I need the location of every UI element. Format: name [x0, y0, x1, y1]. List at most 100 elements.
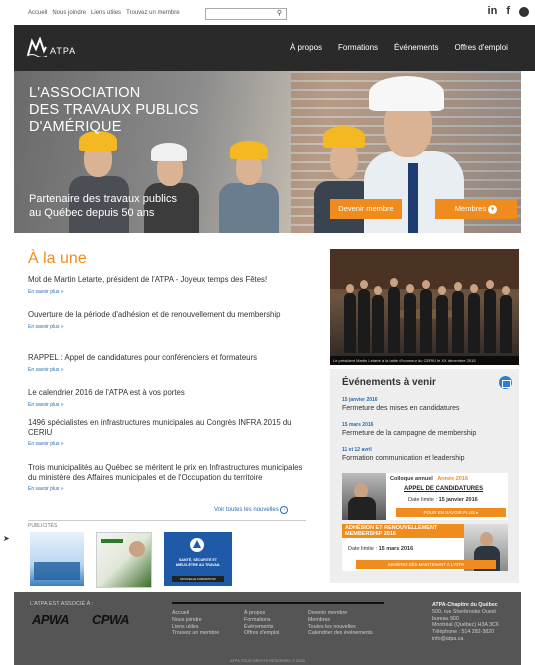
news-section-title: À la une [28, 250, 87, 267]
read-more-link[interactable]: En savoir plus » [28, 441, 306, 447]
footer-divider [172, 602, 384, 604]
promo-colloque[interactable]: Colloque annuel Année 2016 APPEL DE CAND… [342, 473, 508, 520]
footer-link[interactable]: Devenir membre [308, 610, 347, 616]
nav-item-evenements[interactable]: Événements [394, 43, 438, 52]
hero-helmet [323, 126, 365, 148]
linkedin-icon[interactable]: in [488, 5, 498, 17]
event-item[interactable]: 11 et 12 avril Formation communication e… [342, 447, 512, 462]
event-name: Fermeture de la campagne de membership [342, 430, 477, 437]
promo-membership[interactable]: ADHÉSION ET RENOUVELLEMENT MEMBERSHIP 20… [342, 524, 508, 571]
hero-helmet [151, 143, 187, 161]
cpwa-logo[interactable]: CPWA [92, 612, 130, 627]
footer-link[interactable]: Calendrier des événements [308, 630, 373, 636]
members-button[interactable]: Membres ▾ [435, 199, 517, 219]
news-title[interactable]: Mot de Martin Letarte, président de l'AT… [28, 275, 306, 285]
footer-link[interactable]: Offres d'emploi [244, 630, 279, 636]
event-name: Fermeture des mises en candidatures [342, 405, 460, 412]
util-link-nous-joindre[interactable]: Nous joindre [52, 10, 86, 16]
join-now-button[interactable]: ADHÉREZ DÈS MAINTENANT À L'ATPA [356, 560, 496, 569]
hero-worker [219, 183, 279, 233]
facebook-icon[interactable]: f [506, 5, 510, 17]
arrow-circle-icon: › [280, 506, 289, 514]
footer-link[interactable]: Formations [244, 617, 271, 623]
util-link-accueil[interactable]: Accueil [28, 10, 47, 16]
apwa-logo[interactable]: APWA [32, 612, 70, 627]
hero-title: L'ASSOCIATION DES TRAVAUX PUBLICS D'AMÉR… [29, 85, 199, 135]
twitter-icon[interactable] [519, 7, 529, 17]
warning-icon [190, 538, 204, 552]
event-item[interactable]: 15 mars 2016 Fermeture de la campagne de… [342, 422, 512, 437]
read-more-link[interactable]: En savoir plus » [28, 486, 306, 492]
main-nav: ATPA À propos Formations Événements Offr… [14, 25, 535, 71]
footer-link[interactable]: Liens utiles [172, 624, 199, 630]
logo-icon [26, 37, 48, 57]
ads-section: PUBLICITÉS [28, 520, 306, 529]
all-news-link[interactable]: Voir toutes les nouvelles › [214, 506, 289, 514]
util-link-liens-utiles[interactable]: Liens utiles [91, 10, 121, 16]
utility-bar: Accueil Nous joindre Liens utiles Trouve… [0, 0, 535, 24]
copyright: ATPA TOUS DROITS RÉSERVÉS © 2016 [230, 658, 305, 663]
chevron-down-icon: ▾ [488, 204, 498, 214]
search-input[interactable]: ⚲ [205, 8, 287, 20]
footer-link[interactable]: Nous joindre [172, 617, 202, 623]
logo[interactable]: ATPA [26, 37, 76, 57]
nav-item-formations[interactable]: Formations [338, 43, 378, 52]
events-panel: Événements à venir 15 janvier 2016 Ferme… [330, 369, 519, 583]
footer-col-3: Devenir membre Membres Toutes les nouvel… [308, 610, 373, 637]
ad-banner-2[interactable] [96, 532, 152, 588]
pointer-marker: ➤ [3, 534, 10, 543]
hero-helmet-white [369, 76, 444, 111]
footer-link[interactable]: Membres [308, 617, 330, 623]
footer-col-2: À propos Formations Événements Offres d'… [244, 610, 279, 637]
read-more-link[interactable]: En savoir plus » [28, 324, 306, 330]
ad-banner-3[interactable]: SANTÉ, SÉCURITÉ ET MIEUX-ÊTRE AU TRAVAIL… [164, 532, 232, 586]
news-item: Le calendrier 2016 de l'ATPA est à vos p… [28, 388, 306, 408]
read-more-link[interactable]: En savoir plus » [28, 367, 306, 373]
news-item: Trois municipalités au Québec se mériten… [28, 463, 306, 492]
ad-banner-1[interactable] [30, 532, 84, 586]
news-title[interactable]: RAPPEL : Appel de candidatures pour conf… [28, 353, 306, 363]
nav-item-offres-emploi[interactable]: Offres d'emploi [455, 43, 508, 52]
news-title[interactable]: Ouverture de la période d'adhésion et de… [28, 310, 306, 320]
news-item: Mot de Martin Letarte, président de l'AT… [28, 275, 306, 295]
footer-link[interactable]: Accueil [172, 610, 189, 616]
footer-address: ATPA-Chapitre du Québec 500, rue Sherbro… [432, 602, 499, 642]
learn-more-button[interactable]: POUR EN SAVOIR PLUS ▸ [396, 508, 506, 517]
news-title[interactable]: Trois municipalités au Québec se mériten… [28, 463, 306, 482]
calendar-icon[interactable] [499, 376, 512, 389]
footer: L'ATPA EST ASSOCIÉ À : APWA CPWA Accueil… [14, 592, 521, 665]
news-item: RAPPEL : Appel de candidatures pour conf… [28, 353, 306, 373]
footer-link[interactable]: Toutes les nouvelles [308, 624, 356, 630]
event-date: 11 et 12 avril [342, 447, 372, 453]
footer-link[interactable]: Événements [244, 624, 273, 630]
nav-item-a-propos[interactable]: À propos [290, 43, 322, 52]
event-name: Formation communication et leadership [342, 455, 465, 462]
hero-banner: L'ASSOCIATION DES TRAVAUX PUBLICS D'AMÉR… [14, 71, 521, 233]
events-title: Événements à venir [342, 377, 436, 388]
news-item: 1496 spécialistes en infrastructures mun… [28, 418, 306, 447]
util-link-trouvez-membre[interactable]: Trouvez un membre [126, 10, 179, 16]
nav-menu: À propos Formations Événements Offres d'… [290, 43, 508, 52]
event-date: 15 mars 2016 [342, 422, 374, 428]
featured-photo[interactable]: Le président Martin Letarte à la table d… [330, 249, 519, 365]
hero-tie [408, 163, 418, 233]
news-title[interactable]: Le calendrier 2016 de l'ATPA est à vos p… [28, 388, 306, 398]
news-item: Ouverture de la période d'adhésion et de… [28, 310, 306, 330]
logo-text: ATPA [50, 46, 77, 56]
event-date: 15 janvier 2016 [342, 397, 378, 403]
email-link[interactable]: info@atpa.ca [432, 636, 463, 642]
utility-links: Accueil Nous joindre Liens utiles Trouve… [28, 10, 180, 16]
hero-helmet [230, 141, 268, 159]
search-icon[interactable]: ⚲ [277, 9, 282, 17]
read-more-link[interactable]: En savoir plus » [28, 402, 306, 408]
news-title[interactable]: 1496 spécialistes en infrastructures mun… [28, 418, 306, 437]
become-member-button[interactable]: Devenir membre [330, 199, 402, 219]
footer-assoc-label: L'ATPA EST ASSOCIÉ À : [30, 601, 94, 607]
footer-link[interactable]: À propos [244, 610, 265, 616]
event-item[interactable]: 15 janvier 2016 Fermeture des mises en c… [342, 397, 512, 412]
hero-tagline: Partenaire des travaux publics au Québec… [29, 193, 177, 219]
footer-col-1: Accueil Nous joindre Liens utiles Trouve… [172, 610, 219, 637]
ads-label: PUBLICITÉS [28, 523, 58, 529]
read-more-link[interactable]: En savoir plus » [28, 289, 306, 295]
footer-link[interactable]: Trouvez un membre [172, 630, 219, 636]
